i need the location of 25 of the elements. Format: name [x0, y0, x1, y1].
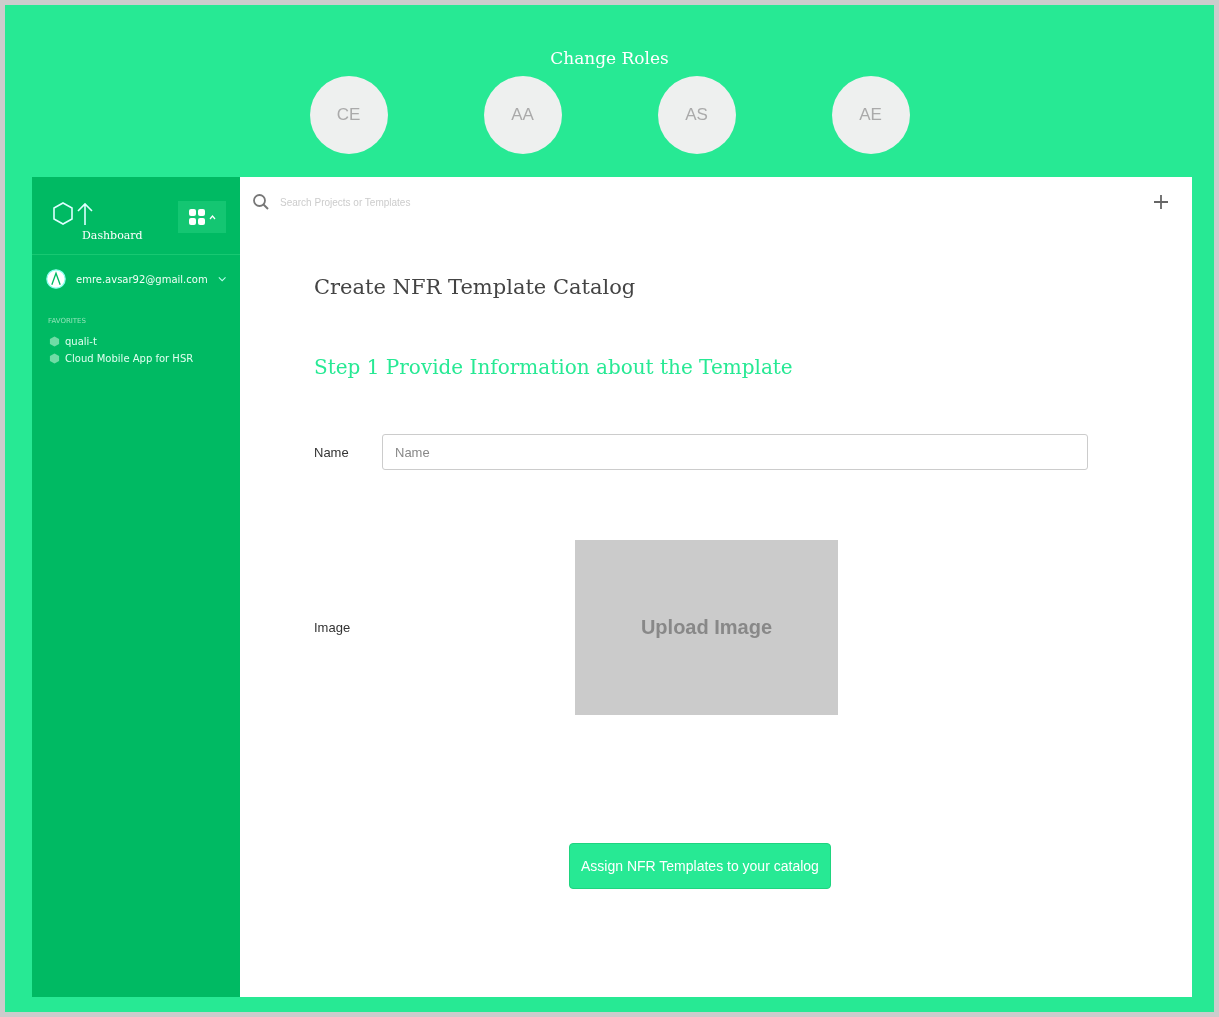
role-avatar[interactable]: AS [657, 76, 736, 154]
logo-icon [52, 201, 94, 227]
upload-image-area[interactable]: Upload Image [575, 540, 838, 715]
grid-icon [187, 208, 217, 226]
chevron-down-icon[interactable] [217, 275, 226, 283]
apps-menu-button[interactable] [178, 201, 226, 233]
roles-title: Change Roles [550, 48, 669, 68]
assign-button[interactable]: Assign NFR Templates to your catalog [569, 843, 831, 889]
search-icon [252, 193, 270, 211]
favorite-item[interactable]: quali-t [65, 336, 97, 347]
name-field[interactable]: Name [382, 434, 1088, 470]
user-avatar-icon [46, 267, 66, 291]
page-title: Create NFR Template Catalog [314, 275, 637, 299]
step-title: Step 1 Provide Information about the Template [314, 355, 794, 379]
hexagon-icon [49, 336, 60, 347]
role-avatar[interactable]: CE [309, 76, 388, 154]
hexagon-icon [49, 353, 60, 364]
field-label: Image [314, 620, 352, 635]
favorite-item[interactable]: Cloud Mobile App for HSR [65, 353, 194, 364]
add-icon[interactable] [1154, 195, 1168, 209]
role-avatar[interactable]: AE [831, 76, 910, 154]
role-avatar[interactable]: AA [483, 76, 562, 154]
user-email[interactable]: emre.avsar92@gmail.com [76, 273, 208, 285]
field-label: Name [314, 444, 350, 460]
app-name: Dashboard [82, 229, 143, 242]
